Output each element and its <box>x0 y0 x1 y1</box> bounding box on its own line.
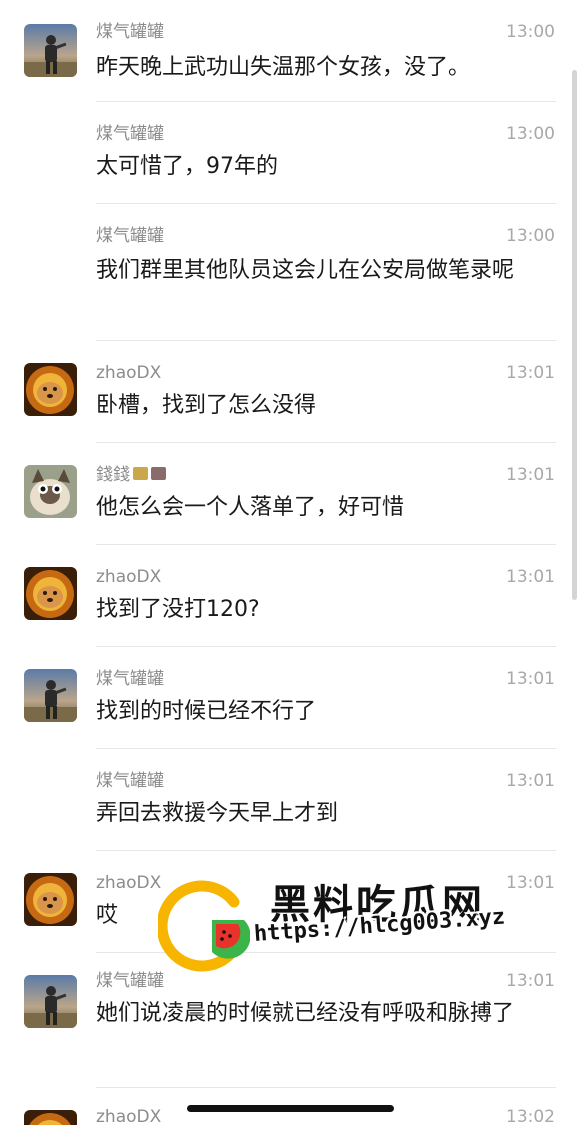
hiker-avatar-icon <box>24 24 77 77</box>
sender-label: 錢錢 <box>96 465 130 485</box>
scrollbar[interactable] <box>572 70 577 600</box>
message-time: 13:01 <box>506 873 555 893</box>
message-text: 太可惜了，97年的 <box>96 154 278 179</box>
message-text: 弄回去救援今天早上才到 <box>96 801 339 826</box>
avatar-hiker[interactable] <box>24 975 77 1028</box>
message-text: 昨天晚上武功山失温那个女孩，没了。 <box>96 55 471 80</box>
message-time: 13:00 <box>506 22 555 42</box>
sender-name: 錢錢 <box>96 465 166 485</box>
money-badge-icon <box>133 467 148 480</box>
sender-name: 煤气罐罐 <box>96 22 164 42</box>
book-badge-icon <box>151 467 166 480</box>
hiker-avatar-icon <box>24 669 77 722</box>
avatar-doge[interactable] <box>24 363 77 416</box>
message-time: 13:01 <box>506 567 555 587</box>
message-text: 找到的时候已经不行了 <box>96 699 317 724</box>
message-time: 13:00 <box>506 226 555 246</box>
message-text: 找到了没打120? <box>96 597 260 622</box>
message-item[interactable]: 煤气罐罐 13:00 昨天晚上武功山失温那个女孩，没了。 <box>0 0 580 102</box>
avatar-cat[interactable] <box>24 465 77 518</box>
sender-name: 煤气罐罐 <box>96 971 164 991</box>
cat-avatar-icon <box>24 465 77 518</box>
avatar-hiker[interactable] <box>24 669 77 722</box>
message-item[interactable]: zhaoDX 13:01 哎 <box>0 851 580 953</box>
message-time: 13:02 <box>506 1107 555 1125</box>
message-text: 卧槽，找到了怎么没得 <box>96 393 317 418</box>
doge-avatar-icon <box>24 363 77 416</box>
sender-name: zhaoDX <box>96 567 162 587</box>
avatar-doge[interactable] <box>24 873 77 926</box>
home-indicator[interactable] <box>187 1105 394 1112</box>
message-time: 13:01 <box>506 669 555 689</box>
message-time: 13:00 <box>506 124 555 144</box>
message-item[interactable]: 錢錢 13:01 他怎么会一个人落单了，好可惜 <box>0 443 580 545</box>
doge-avatar-icon <box>24 873 77 926</box>
message-time: 13:01 <box>506 465 555 485</box>
sender-name: zhaoDX <box>96 1107 162 1125</box>
message-item[interactable]: zhaoDX 13:01 找到了没打120? <box>0 545 580 647</box>
message-item[interactable]: 煤气罐罐 13:00 太可惜了，97年的 <box>0 102 580 204</box>
message-text: 哎 <box>96 903 119 928</box>
message-time: 13:01 <box>506 363 555 383</box>
sender-name: zhaoDX <box>96 873 162 893</box>
chat-screen: 煤气罐罐 13:00 昨天晚上武功山失温那个女孩，没了。 煤气罐罐 13:00 … <box>0 0 580 1125</box>
sender-name: 煤气罐罐 <box>96 226 164 246</box>
message-text: 她们说凌晨的时候就已经没有呼吸和脉搏了 <box>96 1001 515 1026</box>
message-item[interactable]: 煤气罐罐 13:01 她们说凌晨的时候就已经没有呼吸和脉搏了 <box>0 953 580 1089</box>
message-item[interactable]: zhaoDX 13:01 卧槽，找到了怎么没得 <box>0 341 580 443</box>
message-item[interactable]: 煤气罐罐 13:00 我们群里其他队员这会儿在公安局做笔录呢 <box>0 204 580 341</box>
sender-name: 煤气罐罐 <box>96 771 164 791</box>
hiker-avatar-icon <box>24 975 77 1028</box>
divider <box>96 1087 556 1088</box>
doge-avatar-icon <box>24 567 77 620</box>
message-item[interactable]: 煤气罐罐 13:01 弄回去救援今天早上才到 <box>0 749 580 851</box>
message-time: 13:01 <box>506 771 555 791</box>
avatar-doge[interactable] <box>24 567 77 620</box>
message-text: 他怎么会一个人落单了，好可惜 <box>96 495 405 520</box>
avatar-hiker[interactable] <box>24 24 77 77</box>
doge-avatar-icon <box>24 1110 77 1125</box>
message-time: 13:01 <box>506 971 555 991</box>
sender-name: zhaoDX <box>96 363 162 383</box>
message-item[interactable]: 煤气罐罐 13:01 找到的时候已经不行了 <box>0 647 580 749</box>
sender-name: 煤气罐罐 <box>96 669 164 689</box>
sender-name: 煤气罐罐 <box>96 124 164 144</box>
message-text: 我们群里其他队员这会儿在公安局做笔录呢 <box>96 258 515 283</box>
avatar-doge[interactable] <box>24 1110 77 1125</box>
